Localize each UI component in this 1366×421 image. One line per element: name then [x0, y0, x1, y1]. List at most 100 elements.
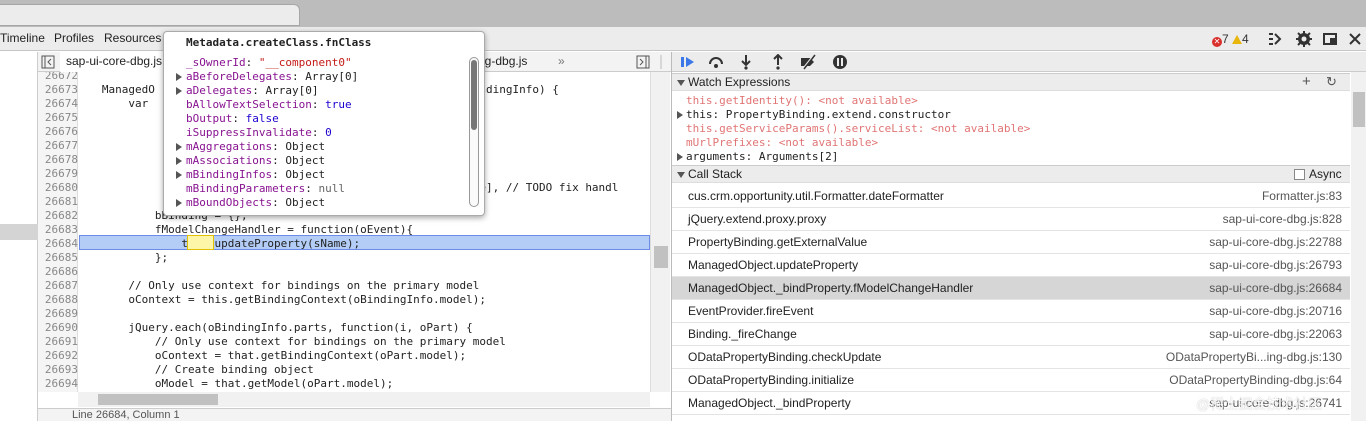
call-frame[interactable]: ManagedObject.updateProperty sap-ui-core-… [672, 254, 1350, 277]
call-frame-location[interactable]: sap-ui-core-dbg.js:26684 [1209, 281, 1342, 295]
gear-icon[interactable] [1295, 30, 1313, 48]
file-tab-2[interactable]: ng-dbg.js [478, 54, 527, 68]
line-number[interactable]: 26679 [38, 167, 78, 180]
toggle-debugger-icon[interactable] [636, 55, 650, 69]
expand-arrow-icon[interactable] [176, 87, 182, 95]
popover-scrollbar[interactable] [469, 57, 479, 207]
expand-arrow-icon[interactable] [176, 157, 182, 165]
call-frame-location[interactable]: sap-ui-core-dbg.js:22063 [1209, 327, 1342, 341]
line-number[interactable]: 26682 [38, 209, 78, 222]
line-number[interactable]: 26692 [38, 349, 78, 362]
line-number[interactable]: 26681 [38, 195, 78, 208]
more-tabs-icon[interactable]: » [558, 54, 565, 68]
line-number[interactable]: 26689 [38, 307, 78, 320]
popover-property[interactable]: aDelegates: Array[0] [186, 84, 318, 97]
line-number[interactable]: 26672 [38, 72, 78, 82]
tab-resources[interactable]: Resources [104, 31, 161, 45]
line-number[interactable]: 26690 [38, 321, 78, 334]
expand-arrow-icon[interactable] [176, 171, 182, 179]
line-number[interactable]: 26675 [38, 111, 78, 124]
watch-expression[interactable]: this.getIdentity(): <not available> [686, 94, 918, 107]
tab-timeline[interactable]: Timeline [0, 31, 45, 45]
call-frame[interactable]: EventProvider.fireEvent sap-ui-core-dbg.j… [672, 300, 1350, 323]
step-out-icon[interactable] [770, 54, 786, 70]
call-frame[interactable]: cus.crm.opportunity.util.Formatter.dateF… [672, 185, 1350, 208]
line-number[interactable]: 26685 [38, 251, 78, 264]
expand-arrow-icon[interactable] [176, 73, 182, 81]
scroll-thumb[interactable] [1353, 92, 1365, 127]
editor-vertical-scrollbar[interactable] [650, 72, 670, 392]
watch-expressions-header[interactable]: Watch Expressions + ↻ [672, 73, 1350, 91]
call-frame-location[interactable]: sap-ui-core-dbg.js:828 [1223, 212, 1342, 226]
call-frame-function: PropertyBinding.getExternalValue [688, 235, 868, 249]
watch-expression[interactable]: this: PropertyBinding.extend.constructor [686, 108, 951, 121]
resume-icon[interactable] [680, 54, 696, 70]
close-icon[interactable] [1346, 30, 1364, 48]
call-frame-location[interactable]: ODataPropertyBi...ing-dbg.js:130 [1166, 350, 1342, 364]
scroll-thumb[interactable] [98, 394, 218, 405]
call-frame[interactable]: ManagedObject._bindProperty.fModelChange… [672, 277, 1350, 300]
line-number[interactable]: 26678 [38, 153, 78, 166]
scroll-thumb[interactable] [471, 60, 477, 130]
call-frame-location[interactable]: sap-ui-core-dbg.js:22788 [1209, 235, 1342, 249]
call-frame[interactable]: PropertyBinding.getExternalValue sap-ui-c… [672, 231, 1350, 254]
call-frame[interactable]: ODataPropertyBinding.initialize ODataProp… [672, 369, 1350, 392]
step-over-icon[interactable] [708, 54, 724, 70]
pause-on-exceptions-icon[interactable] [832, 54, 848, 70]
line-number[interactable]: 26677 [38, 139, 78, 152]
async-checkbox[interactable] [1294, 169, 1305, 180]
line-number[interactable]: 26691 [38, 335, 78, 348]
line-number[interactable]: 26676 [38, 125, 78, 138]
line-number[interactable]: 26683 [38, 223, 78, 236]
call-frame-location[interactable]: ODataPropertyBinding-dbg.js:64 [1169, 373, 1342, 387]
expand-arrow-icon[interactable] [176, 143, 182, 151]
add-icon[interactable]: + [1302, 73, 1311, 90]
call-frame-location[interactable]: Formatter.js:83 [1262, 189, 1342, 203]
navigator-selected-row[interactable] [0, 224, 38, 240]
call-frame-location[interactable]: sap-ui-core-dbg.js:26793 [1209, 258, 1342, 272]
line-number[interactable]: 26684 [38, 237, 78, 250]
call-frame-function: ODataPropertyBinding.initialize [688, 373, 855, 387]
line-number[interactable]: 26673 [38, 83, 78, 96]
popover-property[interactable]: mAssociations: Object [186, 154, 325, 167]
line-number[interactable]: 26693 [38, 363, 78, 376]
console-drawer-icon[interactable] [1266, 30, 1284, 48]
watch-expression[interactable]: arguments: Arguments[2] [686, 150, 838, 163]
call-frame-location[interactable]: sap-ui-core-dbg.js:20716 [1209, 304, 1342, 318]
line-number[interactable]: 26680 [38, 181, 78, 194]
line-number[interactable]: 26674 [38, 97, 78, 110]
watch-expression[interactable]: mUrlPrefixes: <not available> [686, 136, 878, 149]
call-frame[interactable]: jQuery.extend.proxy.proxy sap-ui-core-dbg… [672, 208, 1350, 231]
call-frame[interactable]: ODataPropertyBinding.checkUpdate ODataPro… [672, 346, 1350, 369]
line-number[interactable]: 26695 [38, 391, 78, 392]
code-line: that.updateProperty(sName); [82, 237, 361, 250]
popover-property[interactable]: mBindingInfos: Object [186, 168, 325, 181]
console-counts[interactable]: ✕ 7 4 [1212, 32, 1249, 47]
line-number[interactable]: 26686 [38, 265, 78, 278]
toggle-navigator-icon[interactable] [41, 55, 55, 69]
watch-expression[interactable]: this.getServiceParams().serviceList: <no… [686, 122, 1030, 135]
file-tab[interactable]: sap-ui-core-dbg.js [60, 52, 170, 72]
browser-tab[interactable] [0, 4, 300, 26]
scroll-thumb[interactable] [654, 246, 668, 268]
line-number[interactable]: 26694 [38, 377, 78, 390]
expand-arrow-icon[interactable] [677, 153, 683, 161]
deactivate-breakpoints-icon[interactable] [800, 54, 816, 70]
dock-icon[interactable] [1322, 30, 1340, 48]
line-number[interactable]: 26688 [38, 293, 78, 306]
line-number[interactable]: 26687 [38, 279, 78, 292]
expand-arrow-icon[interactable] [677, 111, 683, 119]
popover-property[interactable]: mBoundObjects: Object [186, 196, 325, 209]
sidebar-vertical-scrollbar[interactable] [1351, 72, 1366, 421]
expand-arrow-icon[interactable] [176, 199, 182, 207]
object-popover[interactable]: Metadata.createClass.fnClass _sOwnerId: … [163, 31, 485, 216]
step-into-icon[interactable] [738, 54, 754, 70]
refresh-icon[interactable]: ↻ [1326, 73, 1337, 90]
popover-property[interactable]: aBeforeDelegates: Array[0] [186, 70, 358, 83]
call-frame[interactable]: Binding._fireChange sap-ui-core-dbg.js:22… [672, 323, 1350, 346]
popover-property[interactable]: mAggregations: Object [186, 140, 325, 153]
call-stack-header[interactable]: Call Stack Async [672, 165, 1350, 183]
property-key: mBindingParameters [186, 182, 306, 195]
editor-horizontal-scrollbar[interactable] [78, 392, 650, 407]
tab-profiles[interactable]: Profiles [54, 31, 94, 45]
